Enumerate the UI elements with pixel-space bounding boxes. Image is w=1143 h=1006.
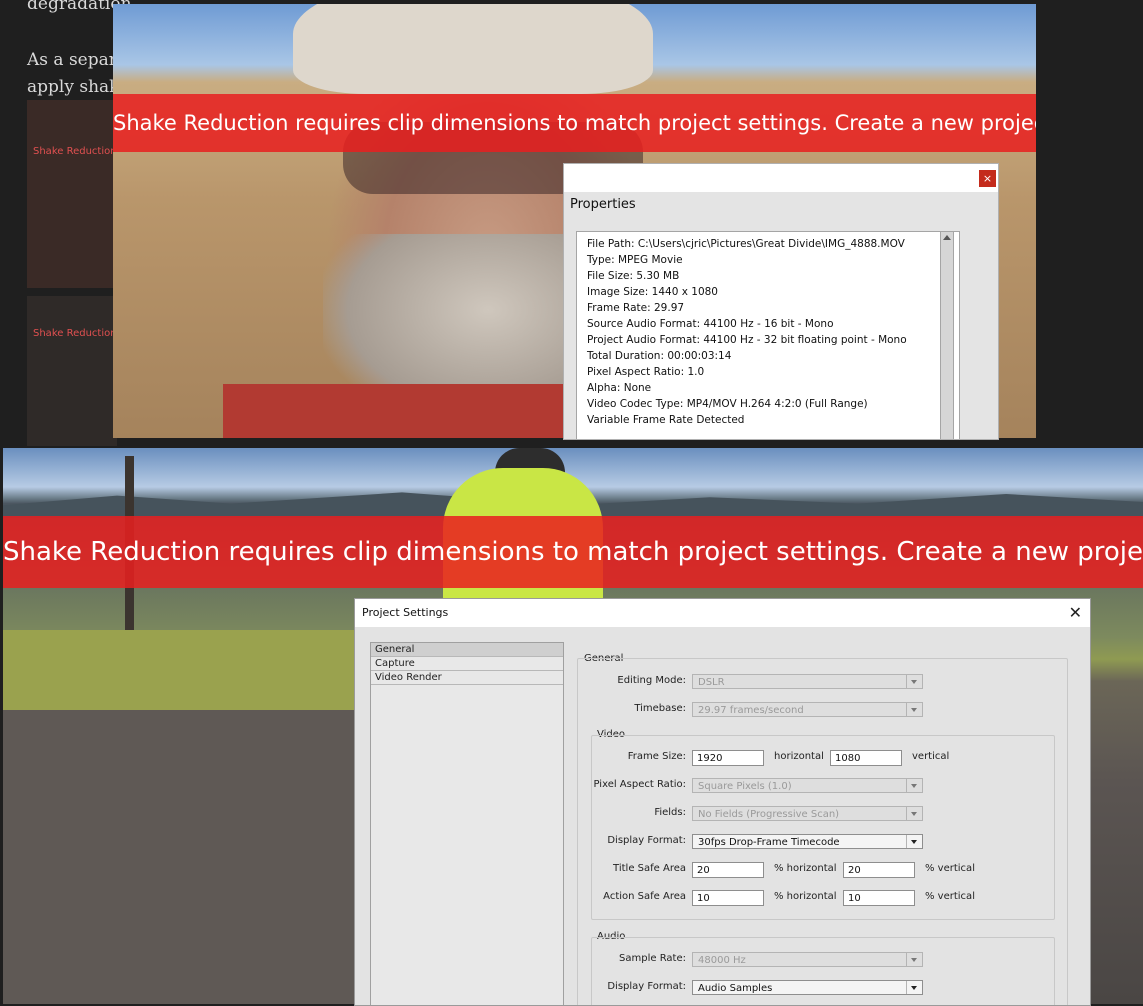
scroll-up-arrow-icon[interactable] — [943, 235, 951, 240]
article-text-line: apply shak — [27, 77, 120, 97]
percent-vertical-label: % vertical — [925, 891, 975, 902]
info-line: Variable Frame Rate Detected — [587, 414, 745, 426]
percent-horizontal-label: % horizontal — [774, 891, 837, 902]
chevron-down-icon — [906, 953, 922, 966]
timebase-select[interactable]: 29.97 frames/second — [692, 702, 923, 717]
editing-mode-select[interactable]: DSLR — [692, 674, 923, 689]
audio-display-format-select[interactable]: Audio Samples — [692, 980, 923, 995]
photo-grass — [3, 630, 363, 710]
dialog-title: Project Settings — [362, 606, 449, 619]
info-line: Alpha: None — [587, 382, 652, 394]
chevron-down-icon — [906, 835, 922, 848]
dialog-title: Properties — [570, 197, 636, 212]
info-line: Type: MPEG Movie — [587, 254, 683, 266]
pixel-aspect-ratio-label: Pixel Aspect Ratio: — [593, 779, 687, 790]
dialog-titlebar: × — [564, 164, 998, 192]
timebase-label: Timebase: — [634, 703, 686, 714]
vertical-scrollbar[interactable] — [940, 231, 954, 439]
nav-item-capture[interactable]: Capture — [371, 657, 563, 671]
close-icon[interactable]: × — [979, 170, 996, 187]
info-line: File Size: 5.30 MB — [587, 270, 680, 282]
info-line: Image Size: 1440 x 1080 — [587, 286, 718, 298]
fields-select[interactable]: No Fields (Progressive Scan) — [692, 806, 923, 821]
chevron-down-icon — [906, 807, 922, 820]
info-line: Total Duration: 00:00:03:14 — [587, 350, 732, 362]
properties-info-box[interactable]: File Path: C:\Users\cjric\Pictures\Great… — [576, 231, 960, 439]
percent-vertical-label: % vertical — [925, 863, 975, 874]
nav-item-video-render[interactable]: Video Render — [371, 671, 563, 685]
action-safe-area-label: Action Safe Area — [603, 891, 686, 902]
thumbnail-caption: Shake Reduction — [33, 146, 117, 157]
info-line: Project Audio Format: 44100 Hz - 32 bit … — [587, 334, 907, 346]
dialog-titlebar: Project Settings ✕ — [355, 599, 1090, 627]
action-safe-vertical-input[interactable]: 10 — [843, 890, 915, 906]
title-safe-area-label: Title Safe Area — [613, 863, 686, 874]
audio-group — [591, 937, 1055, 1005]
action-safe-horizontal-input[interactable]: 10 — [692, 890, 764, 906]
info-line: Pixel Aspect Ratio: 1.0 — [587, 366, 705, 378]
info-line: Source Audio Format: 44100 Hz - 16 bit -… — [587, 318, 834, 330]
properties-dialog: × Properties File Path: C:\Users\cjric\P… — [563, 163, 999, 440]
display-format-select[interactable]: 30fps Drop-Frame Timecode — [692, 834, 923, 849]
pixel-aspect-ratio-value: Square Pixels (1.0) — [698, 781, 792, 792]
percent-horizontal-label: % horizontal — [774, 863, 837, 874]
display-format-value: 30fps Drop-Frame Timecode — [698, 837, 840, 848]
info-line: Video Codec Type: MP4/MOV H.264 4:2:0 (F… — [587, 398, 868, 410]
article-thumbnail: Shake Reduction — [27, 100, 117, 288]
chevron-down-icon — [906, 703, 922, 716]
chevron-down-icon — [906, 981, 922, 994]
title-safe-vertical-input[interactable]: 20 — [843, 862, 915, 878]
horizontal-label: horizontal — [774, 751, 824, 762]
audio-display-format-label: Display Format: — [607, 981, 686, 992]
info-line: File Path: C:\Users\cjric\Pictures\Great… — [587, 238, 905, 250]
sample-rate-value: 48000 Hz — [698, 955, 746, 966]
article-thumbnail: Shake Reduction — [27, 296, 117, 446]
audio-display-format-value: Audio Samples — [698, 983, 773, 994]
frame-height-input[interactable]: 1080 — [830, 750, 902, 766]
frame-size-label: Frame Size: — [627, 751, 686, 762]
frame-width-input[interactable]: 1920 — [692, 750, 764, 766]
chevron-down-icon — [906, 675, 922, 688]
editing-mode-value: DSLR — [698, 677, 725, 688]
error-banner: Shake Reduction requires clip dimensions… — [3, 516, 1143, 588]
timebase-value: 29.97 frames/second — [698, 705, 804, 716]
photo-helmet — [293, 4, 653, 94]
chevron-down-icon — [906, 779, 922, 792]
fields-value: No Fields (Progressive Scan) — [698, 809, 840, 820]
thumbnail-caption: Shake Reduction — [33, 328, 117, 339]
title-safe-horizontal-input[interactable]: 20 — [692, 862, 764, 878]
close-icon[interactable]: ✕ — [1069, 603, 1082, 622]
pixel-aspect-ratio-select[interactable]: Square Pixels (1.0) — [692, 778, 923, 793]
settings-nav: General Capture Video Render — [370, 642, 564, 1005]
error-banner: Shake Reduction requires clip dimensions… — [113, 94, 1036, 152]
display-format-label: Display Format: — [607, 835, 686, 846]
photo-gravel-road — [3, 710, 363, 1004]
article-text-line: As a separa — [27, 50, 128, 70]
vertical-label: vertical — [912, 751, 950, 762]
info-line: Frame Rate: 29.97 — [587, 302, 685, 314]
fields-label: Fields: — [654, 807, 686, 818]
editing-mode-label: Editing Mode: — [617, 675, 686, 686]
sample-rate-label: Sample Rate: — [619, 953, 686, 964]
project-settings-dialog: Project Settings ✕ General Capture Video… — [354, 598, 1091, 1006]
nav-item-general[interactable]: General — [371, 643, 563, 657]
sample-rate-select[interactable]: 48000 Hz — [692, 952, 923, 967]
